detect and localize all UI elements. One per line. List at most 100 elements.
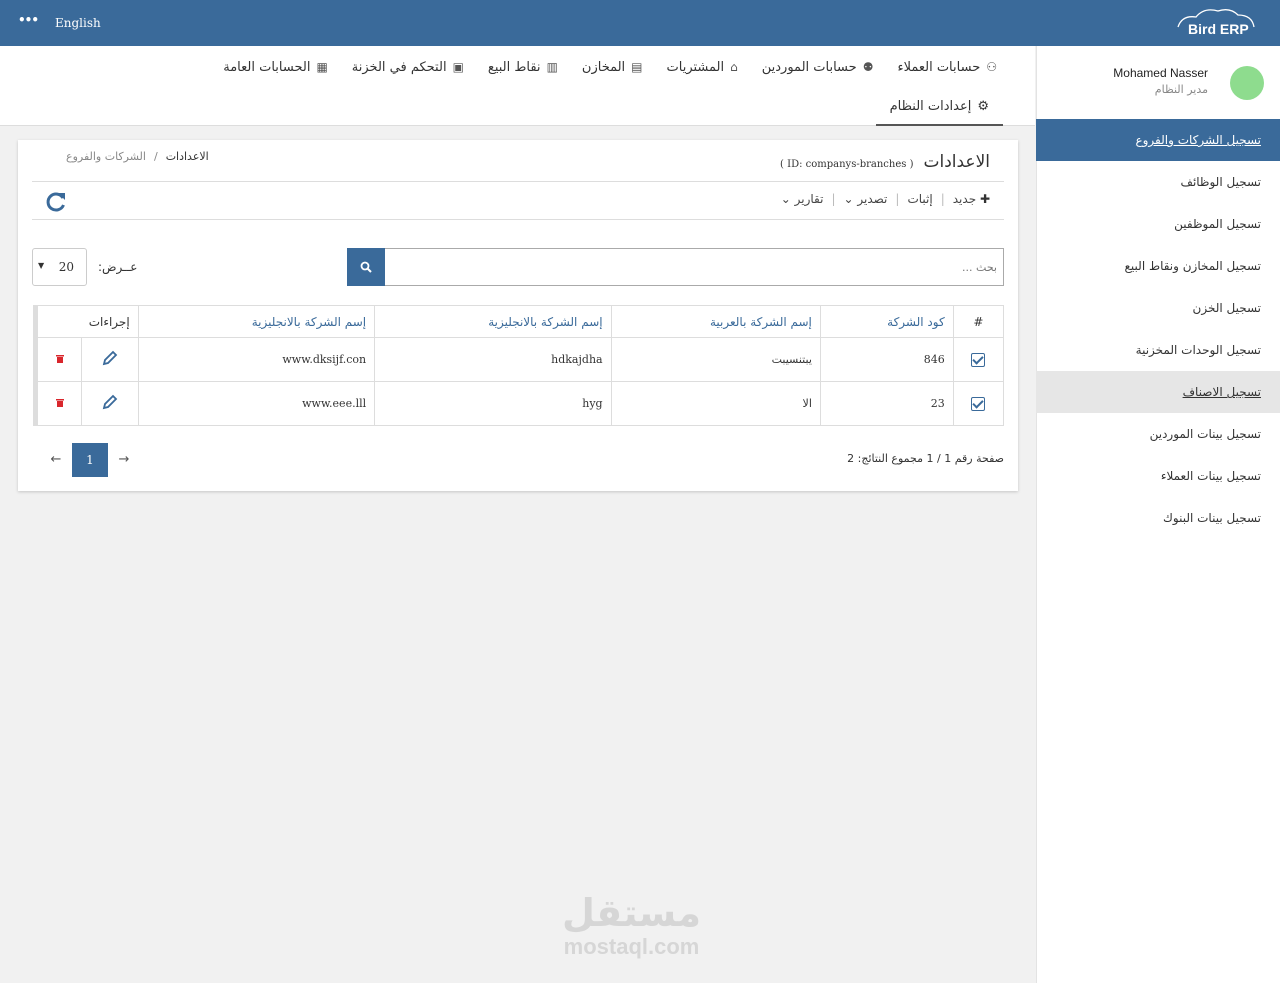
sidebar-item-items[interactable]: تسجيل الاصناف bbox=[1036, 371, 1280, 413]
export-dropdown[interactable]: تصدير ⌄ bbox=[844, 192, 888, 206]
breadcrumb: الاعدادات / الشركات والفروع bbox=[66, 150, 209, 163]
caret-down-icon: ▼ bbox=[38, 261, 45, 270]
reports-dropdown[interactable]: تقارير ⌄ bbox=[781, 192, 824, 206]
next-page-button[interactable]: → bbox=[108, 443, 140, 477]
breadcrumb-root[interactable]: الاعدادات bbox=[166, 150, 209, 163]
module-suppliers-accounts[interactable]: ⚉ حسابات الموردين bbox=[762, 56, 874, 78]
safe-icon: ▣ bbox=[452, 60, 464, 74]
companies-table: # كود الشركة إسم الشركة بالعربية إسم الش… bbox=[33, 305, 1005, 426]
user-role: مدير النظام bbox=[1154, 83, 1208, 96]
table-row: 23 الا hyg www.eee.lll bbox=[34, 381, 1005, 426]
user-profile: Mohamed Nasser مدير النظام bbox=[1036, 46, 1280, 119]
warehouse-icon: ▤ bbox=[631, 60, 643, 74]
cell-name-ar: الا bbox=[610, 381, 821, 426]
table-header-row: # كود الشركة إسم الشركة بالعربية إسم الش… bbox=[35, 305, 1005, 338]
cell-code: 23 bbox=[819, 381, 954, 426]
chevron-down-icon: ⌄ bbox=[843, 192, 854, 206]
cell-code: 846 bbox=[819, 337, 954, 382]
tab-system-settings[interactable]: ⚙ إعدادات النظام bbox=[875, 88, 1003, 126]
cell-name-en: hdkajdha bbox=[374, 337, 612, 382]
language-switch[interactable]: English bbox=[55, 16, 101, 30]
pagination-info: صفحة رقم 1 / 1 مجموع النتائج: 2 bbox=[847, 452, 1004, 465]
toolbar-separator: | bbox=[831, 192, 836, 206]
sidebar-item-companies-branches[interactable]: تسجيل الشركات والفروع bbox=[1036, 119, 1280, 161]
search-input[interactable] bbox=[385, 249, 1003, 285]
search-box bbox=[347, 248, 1004, 286]
edit-icon[interactable] bbox=[102, 394, 118, 410]
edit-cell bbox=[81, 337, 139, 382]
divider bbox=[32, 219, 1004, 220]
grid-icon: ▦ bbox=[316, 60, 328, 74]
sidebar-item-employees[interactable]: تسجيل الموظفين bbox=[1036, 203, 1280, 245]
table-row: 846 يبتنسيبت hdkajdha www.dksijf.con bbox=[34, 337, 1005, 382]
watermark-en: mostaql.com bbox=[563, 934, 700, 959]
sidebar-item-suppliers[interactable]: تسجيل بينات الموردين bbox=[1036, 413, 1280, 455]
gear-icon: ⚙ bbox=[977, 98, 989, 114]
edit-icon[interactable] bbox=[102, 350, 118, 366]
module-pos[interactable]: ▥ نقاط البيع bbox=[488, 56, 558, 78]
top-bar: ••• English Bird ERP bbox=[0, 0, 1280, 46]
delete-cell bbox=[34, 337, 83, 382]
module-safe-control[interactable]: ▣ التحكم في الخزنة bbox=[352, 56, 464, 78]
row-checkbox[interactable] bbox=[971, 396, 986, 411]
watermark-ar: مستقل bbox=[562, 891, 701, 935]
divider bbox=[32, 181, 1004, 182]
page-title: الاعدادات bbox=[923, 152, 990, 172]
watermark: مستقل mostaql.com bbox=[562, 890, 701, 958]
refresh-icon[interactable] bbox=[44, 190, 68, 214]
app-logo: Bird ERP bbox=[1174, 7, 1258, 41]
delete-icon[interactable] bbox=[55, 397, 65, 407]
sidebar-item-stock-units[interactable]: تسجيل الوحدات المخزنية bbox=[1036, 329, 1280, 371]
search-button[interactable] bbox=[347, 248, 385, 286]
plus-icon: ✚ bbox=[979, 192, 990, 206]
avatar[interactable] bbox=[1230, 66, 1264, 100]
module-customers-accounts[interactable]: ⚇ حسابات العملاء bbox=[897, 56, 997, 78]
user-name: Mohamed Nasser bbox=[1113, 66, 1208, 80]
cell-name-en: hyg bbox=[374, 381, 612, 426]
page-size-select[interactable]: 20 ▼ bbox=[32, 248, 87, 286]
page-id: ( ID: companys-branches ) bbox=[780, 159, 914, 170]
row-checkbox-cell bbox=[952, 381, 1005, 426]
pagination: ← 1 → bbox=[40, 443, 140, 477]
sidebar-item-warehouses-pos[interactable]: تسجيل المخازن ونقاط البيع bbox=[1036, 245, 1280, 287]
search-icon bbox=[360, 261, 372, 273]
col-header-code[interactable]: كود الشركة bbox=[819, 305, 954, 338]
toolbar-separator: | bbox=[895, 192, 900, 206]
customers-icon: ⚇ bbox=[986, 60, 997, 74]
sidebar-item-safes[interactable]: تسجيل الخزن bbox=[1036, 287, 1280, 329]
row-checkbox[interactable] bbox=[971, 352, 986, 367]
new-button[interactable]: ✚ جديد bbox=[953, 192, 990, 206]
module-nav: ⚇ حسابات العملاء ⚉ حسابات الموردين ⌂ الم… bbox=[0, 46, 1035, 126]
prev-page-button[interactable]: ← bbox=[40, 443, 72, 477]
ellipsis-icon[interactable]: ••• bbox=[18, 13, 39, 27]
cell-website: www.dksijf.con bbox=[137, 337, 376, 382]
toolbar-separator: | bbox=[940, 192, 945, 206]
main-panel: الاعدادات ( ID: companys-branches ) الاع… bbox=[18, 140, 1018, 491]
col-header-num: # bbox=[952, 305, 1005, 338]
module-warehouses[interactable]: ▤ المخازن bbox=[582, 56, 643, 78]
col-header-actions: إجراءات bbox=[35, 305, 139, 338]
module-purchases[interactable]: ⌂ المشتريات bbox=[667, 56, 738, 78]
breadcrumb-separator: / bbox=[153, 150, 158, 163]
col-header-name-ar[interactable]: إسم الشركة بالعربية bbox=[610, 305, 821, 338]
delete-icon[interactable] bbox=[55, 353, 65, 363]
pos-icon: ▥ bbox=[546, 60, 558, 74]
sidebar-item-jobs[interactable]: تسجيل الوظائف bbox=[1036, 161, 1280, 203]
page-1-button[interactable]: 1 bbox=[72, 443, 108, 477]
confirm-button[interactable]: إثبات bbox=[907, 192, 932, 206]
edit-cell bbox=[81, 381, 139, 426]
delete-cell bbox=[34, 381, 83, 426]
breadcrumb-current: الشركات والفروع bbox=[66, 150, 146, 163]
row-checkbox-cell bbox=[952, 337, 1005, 382]
show-label: عــرض: bbox=[98, 260, 138, 274]
sidebar: Mohamed Nasser مدير النظام تسجيل الشركات… bbox=[1036, 46, 1280, 983]
sidebar-item-banks[interactable]: تسجيل بينات البنوك bbox=[1036, 497, 1280, 539]
col-header-name-en[interactable]: إسم الشركة بالانجليزية bbox=[374, 305, 612, 338]
module-general-accounts[interactable]: ▦ الحسابات العامة bbox=[223, 56, 328, 78]
sidebar-item-customers[interactable]: تسجيل بينات العملاء bbox=[1036, 455, 1280, 497]
cell-website: www.eee.lll bbox=[137, 381, 376, 426]
suppliers-icon: ⚉ bbox=[862, 60, 874, 74]
toolbar: ✚ جديد | إثبات | تصدير ⌄ | تقارير ⌄ bbox=[781, 192, 990, 206]
basket-icon: ⌂ bbox=[730, 60, 738, 74]
col-header-website[interactable]: إسم الشركة بالانجليزية bbox=[137, 305, 376, 338]
